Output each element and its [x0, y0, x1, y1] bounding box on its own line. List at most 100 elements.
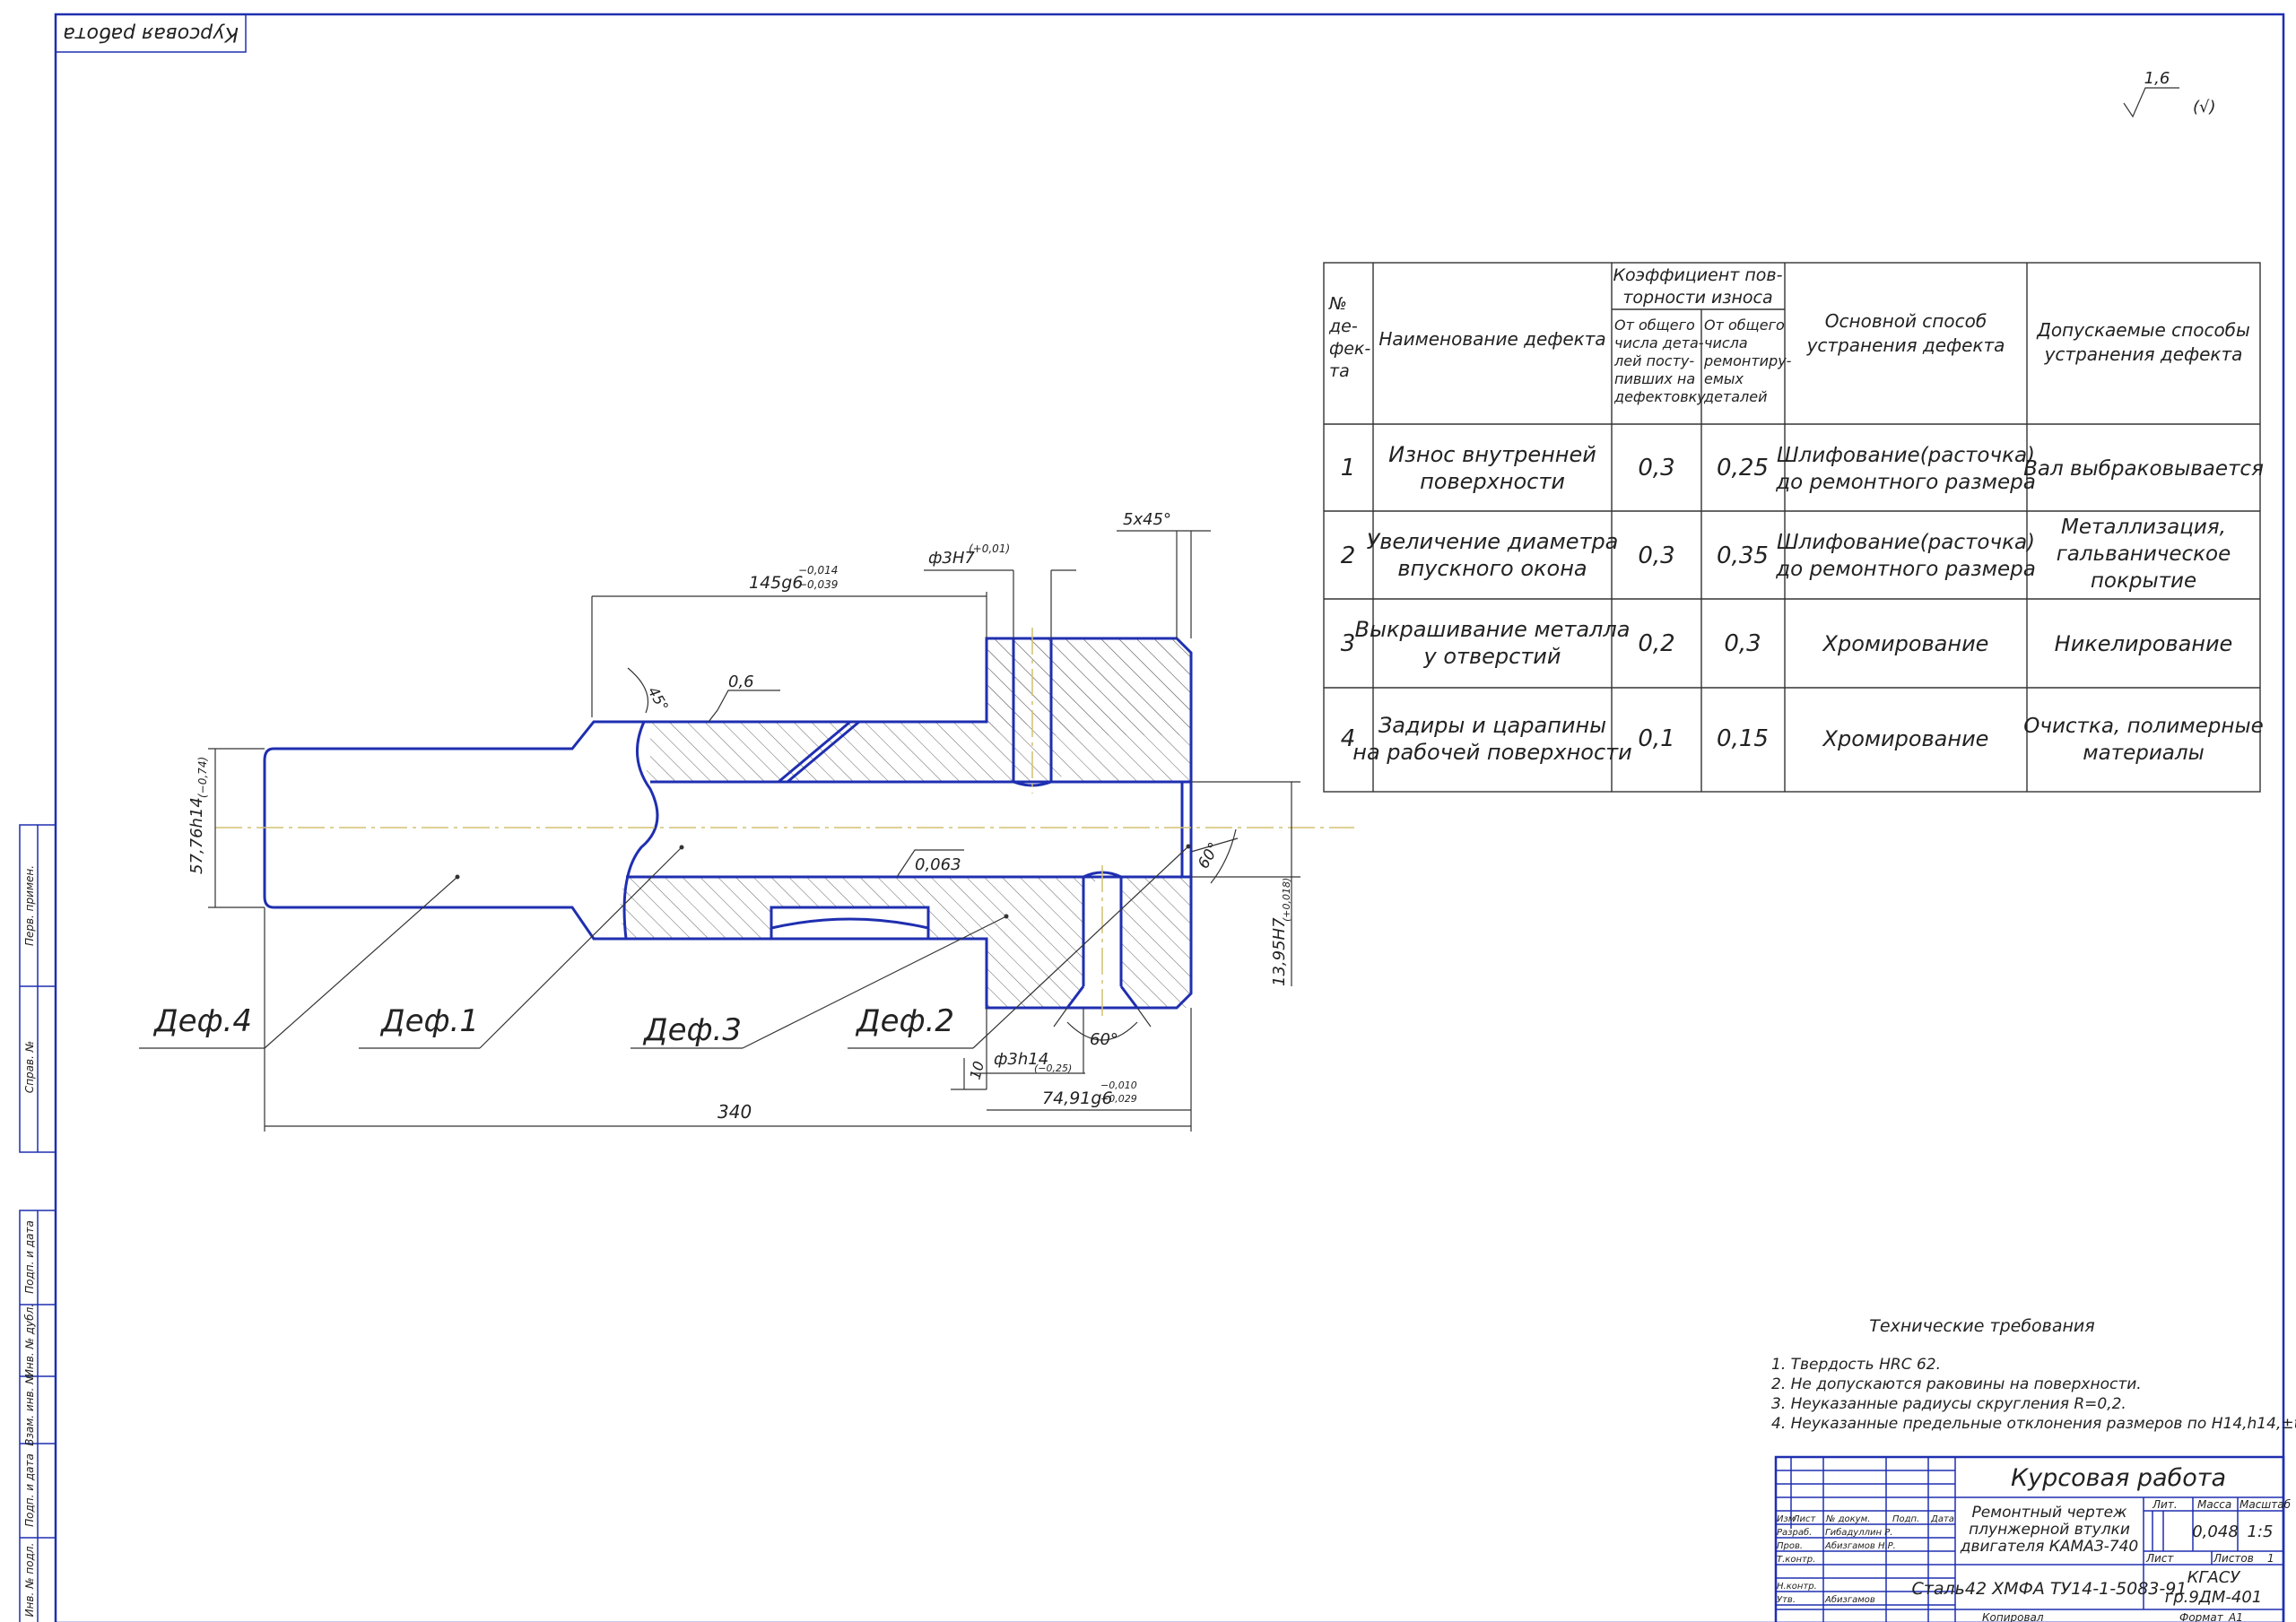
- tech-req-title: Технические требования: [1869, 1316, 2094, 1336]
- dim-1395: 13,95H7: [1270, 917, 1289, 986]
- dim-10: 10: [967, 1059, 988, 1081]
- svg-text:покрытие: покрытие: [2091, 569, 2196, 593]
- svg-text:Увеличение диаметра: Увеличение диаметра: [1367, 529, 1619, 554]
- col-header: Дата: [1930, 1514, 1954, 1524]
- title-block-title: Курсовая работа: [2011, 1464, 2226, 1492]
- svg-text:Выкрашивание металла: Выкрашивание металла: [1355, 617, 1631, 642]
- svg-text:2: 2: [1341, 542, 1356, 569]
- scale-label: Масштаб: [2239, 1498, 2292, 1511]
- defect-label-3: Деф.3: [642, 1012, 742, 1048]
- svg-text:0,1: 0,1: [1638, 725, 1674, 752]
- svg-text:впускного окона: впускного окона: [1397, 556, 1587, 581]
- org: КГАСУ: [2187, 1568, 2241, 1587]
- sheets-label: Листов: [2213, 1552, 2254, 1565]
- hdr-coef-a: От общего числа дета-лей посту-пивших на д…: [1613, 317, 1706, 405]
- col-header: № докум.: [1825, 1514, 1870, 1524]
- defects-table: № де-фек-та Наименование дефекта Коэффици…: [1323, 262, 2264, 793]
- lit-label: Лит.: [2152, 1498, 2178, 1511]
- svg-text:3: 3: [1341, 630, 1356, 657]
- doc-name: плунжерной втулки: [1969, 1521, 2130, 1539]
- svg-text:материалы: материалы: [2083, 742, 2205, 765]
- role: Разраб.: [1777, 1527, 1812, 1538]
- role: Т.контр.: [1777, 1555, 1815, 1565]
- person-name: Гибадуллин Р.: [1825, 1527, 1892, 1538]
- dim-145-tol: −0,014: [798, 564, 838, 577]
- strip-label: Инв. № дубл.: [23, 1304, 36, 1377]
- hdr-num: № де-фек-та: [1328, 294, 1370, 381]
- copied-label: Копировал: [1982, 1611, 2044, 1622]
- dim-1395-tol: (+0,018): [1281, 878, 1292, 922]
- defect-label-2: Деф.2: [855, 1003, 954, 1039]
- svg-text:Шлифование(расточка): Шлифование(расточка): [1777, 531, 2035, 554]
- defect-label-1: Деф.1: [379, 1003, 479, 1039]
- svg-text:Металлизация,: Металлизация,: [2061, 516, 2226, 539]
- table-row: 3 Выкрашивание металла у отверстий 0,2 0…: [1341, 617, 2233, 669]
- table-row: 1 Износ внутренней поверхности 0,3 0,25 …: [1341, 442, 2264, 494]
- strip-label: Справ. №: [23, 1041, 36, 1093]
- svg-text:до ремонтного размера: до ремонтного размера: [1775, 471, 2036, 494]
- dim-145: 145g6: [749, 573, 803, 593]
- dim-7491-tol: −0,010: [1100, 1080, 1137, 1091]
- mass-label: Масса: [2197, 1498, 2231, 1511]
- org: гр.9ДМ-401: [2165, 1588, 2263, 1607]
- hdr-coef-b: От общего числа ремонтиру-емых деталей: [1703, 317, 1792, 405]
- dim-d3-tol: (+0,01): [969, 542, 1010, 555]
- svg-text:0,15: 0,15: [1717, 725, 1769, 752]
- role: Пров.: [1777, 1541, 1803, 1551]
- angle-60a: 60°: [1195, 839, 1223, 872]
- svg-text:Хромирование: Хромирование: [1822, 631, 1989, 656]
- rough-06: 0,6: [728, 672, 754, 691]
- svg-text:0,3: 0,3: [1724, 630, 1761, 657]
- dim-340: 340: [718, 1101, 752, 1123]
- svg-text:1: 1: [1341, 455, 1356, 481]
- col-header: Подп.: [1892, 1514, 1919, 1524]
- svg-text:до ремонтного размера: до ремонтного размера: [1775, 558, 2036, 581]
- svg-text:гальваническое: гальваническое: [2057, 542, 2231, 566]
- top-stamp-text: Курсовая работа: [63, 22, 239, 45]
- material: Сталь42 ХМФА ТУ14-1-5083-91: [1912, 1579, 2187, 1599]
- roughness-value: 1,6: [2144, 69, 2170, 88]
- svg-text:Вал выбраковывается: Вал выбраковывается: [2023, 457, 2264, 481]
- tech-req-item: 3. Неуказанные радиусы скругления R=0,2.: [1771, 1395, 2126, 1413]
- role: Утв.: [1777, 1595, 1796, 1605]
- rough-0063: 0,063: [915, 855, 961, 874]
- sheet-label: Лист: [2145, 1552, 2174, 1565]
- svg-text:Хромирование: Хромирование: [1822, 726, 1989, 751]
- svg-text:0,3: 0,3: [1638, 455, 1674, 481]
- hdr-main: Основной способ устранения дефекта: [1806, 310, 2005, 356]
- person-name: Абизгамов Н.Р.: [1824, 1540, 1896, 1551]
- dim-145-tol: −0,039: [798, 578, 838, 591]
- svg-text:Очистка, полимерные: Очистка, полимерные: [2023, 715, 2264, 738]
- strip-label: Взам. инв. №: [23, 1373, 36, 1445]
- part-drawing: 145g6 −0,014 −0,039 ф3H7 (+0,01) 5x45° 4…: [139, 510, 1354, 1132]
- tech-req-item: 1. Твердость HRC 62.: [1771, 1356, 1941, 1374]
- doc-name: двигателя КАМАЗ-740: [1960, 1538, 2139, 1556]
- title-block: Курсовая работа Ремонтный чертеж плунжер…: [1774, 1455, 2292, 1622]
- scale-value: 1:5: [2248, 1522, 2274, 1541]
- svg-text:у отверстий: у отверстий: [1422, 644, 1561, 669]
- svg-text:Шлифование(расточка): Шлифование(расточка): [1777, 444, 2035, 467]
- svg-text:Износ внутренней: Износ внутренней: [1388, 442, 1596, 467]
- dim-5776: 57,76h14: [187, 797, 206, 874]
- table-row: 2 Увеличение диаметра впускного окона 0,…: [1341, 516, 2231, 593]
- angle-45: 45°: [645, 684, 673, 715]
- table-row: 4 Задиры и царапины на рабочей поверхнос…: [1341, 713, 2264, 765]
- strip-label: Подп. и дата: [23, 1220, 36, 1294]
- dim-7491-tol: −0,029: [1100, 1093, 1137, 1105]
- left-strip: Перв. примен. Справ. № Подп. и дата Инв.…: [19, 824, 57, 1622]
- svg-text:0,35: 0,35: [1717, 542, 1769, 569]
- person-name: Абизгамов: [1824, 1594, 1875, 1605]
- sheets-value: 1: [2267, 1552, 2274, 1565]
- svg-text:Никелирование: Никелирование: [2055, 631, 2233, 656]
- tech-requirements: Технические требования 1. Твердость HRC …: [1771, 1316, 2296, 1433]
- col-header: Лист: [1792, 1514, 1817, 1524]
- strip-label: Подп. и дата: [23, 1453, 36, 1527]
- svg-text:0,25: 0,25: [1717, 455, 1769, 481]
- doc-name: Ремонтный чертеж: [1972, 1504, 2128, 1522]
- dim-d3h14-tol: (−0,25): [1034, 1063, 1072, 1074]
- roughness-extra: (√): [2193, 98, 2216, 117]
- dim-chamfer: 5x45°: [1123, 510, 1171, 529]
- strip-label: Инв. № подл.: [23, 1543, 36, 1618]
- angle-60b: 60°: [1090, 1030, 1118, 1049]
- format-label: Формат: [2179, 1611, 2224, 1622]
